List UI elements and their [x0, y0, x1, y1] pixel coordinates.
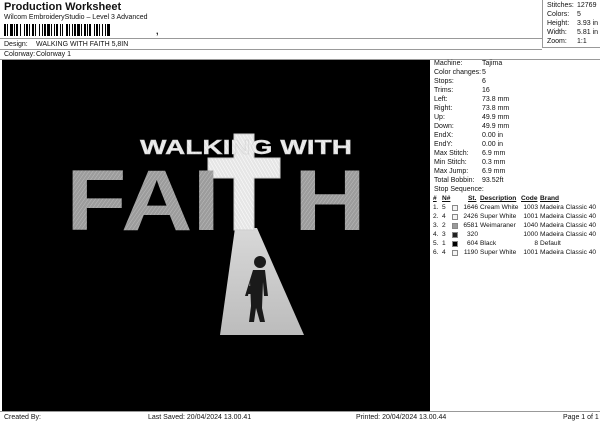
table-row: 4. 3 320 1000 Madeira Classic 40 [433, 231, 597, 238]
design-name-row: Design: WALKING WITH FAITH 5,8IN [4, 41, 129, 48]
divider [0, 49, 542, 50]
table-row: 2. 4 2426 Super White 1001 Madeira Classic 40 [433, 213, 597, 220]
property-row: Up: 49.9 mm [434, 114, 510, 121]
page-number: Page 1 of 1 [563, 414, 599, 421]
property-row: EndY: 0.00 in [434, 141, 504, 148]
stat-height: Height: 3.93 in [547, 20, 599, 27]
table-row: 3. 2 6581 Weimaraner 1040 Madeira Classic 40 [433, 222, 597, 229]
property-row: Trims: 16 [434, 87, 490, 94]
property-row: Min Stitch: 0.3 mm [434, 159, 506, 166]
software-name: Wilcom EmbroideryStudio – Level 3 Advanc… [4, 14, 148, 21]
stat-width: Width: 5.81 in [547, 29, 599, 36]
embroidery-artwork: WALKING WITH FAI H [66, 133, 366, 335]
table-row: 1. 5 1646 Cream White 1003 Madeira Classic 40 [433, 204, 597, 211]
color-swatch [452, 232, 458, 238]
divider [0, 38, 542, 39]
property-row: Left: 73.8 mm [434, 96, 510, 103]
design-preview: WALKING WITH FAI H [2, 60, 430, 411]
color-swatch [452, 241, 458, 247]
stop-sequence-title: Stop Sequence: [434, 186, 484, 193]
property-row: Color changes:5 [434, 69, 486, 76]
stat-stitches: Stitches: 12769 [547, 2, 597, 9]
footer: Created By: Last Saved: 20/04/2024 13.00… [0, 411, 600, 424]
artwork-line3: H [294, 153, 366, 249]
property-row: Right: 73.8 mm [434, 105, 510, 112]
stat-zoom: Zoom: 1:1 [547, 38, 587, 45]
artwork-line2: FAI [66, 153, 220, 249]
barcode-suffix: , [156, 26, 159, 36]
property-row: Total Bobbin: 93.52ft [434, 177, 504, 184]
property-row: EndX: 0.00 in [434, 132, 504, 139]
worksheet-title: Production Worksheet [4, 1, 122, 13]
created-by: Created By: [4, 414, 41, 421]
colorway-row: Colorway:Colorway 1 [4, 51, 72, 58]
color-swatch [452, 250, 458, 256]
design-properties-panel: Machine: Tajima Color changes:5 Stops: 6 Trim… [432, 60, 600, 411]
property-row: Machine: Tajima [434, 60, 503, 67]
table-header: # N# St. Description Code Brand [433, 195, 560, 202]
property-row: Down: 49.9 mm [434, 123, 510, 130]
table-row: 6. 4 1190 Super White 1001 Madeira Classic 40 [433, 249, 597, 256]
barcode [4, 24, 110, 36]
color-swatch [452, 223, 458, 229]
color-swatch [452, 214, 458, 220]
property-row: Stops: 6 [434, 78, 486, 85]
property-row: Max Jump: 6.9 mm [434, 168, 506, 175]
color-swatch [452, 205, 458, 211]
table-row: 5. 1 604 Black 8 Default [433, 240, 561, 247]
stat-colors: Colors: 5 [547, 11, 581, 18]
printed-date: Printed: 20/04/2024 13.00.44 [356, 414, 447, 421]
last-saved: Last Saved: 20/04/2024 13.00.41 [148, 414, 252, 421]
stats-box: Stitches: 12769 Colors: 5 Height: 3.93 in W… [542, 0, 600, 48]
property-row: Max Stitch: 6.9 mm [434, 150, 506, 157]
